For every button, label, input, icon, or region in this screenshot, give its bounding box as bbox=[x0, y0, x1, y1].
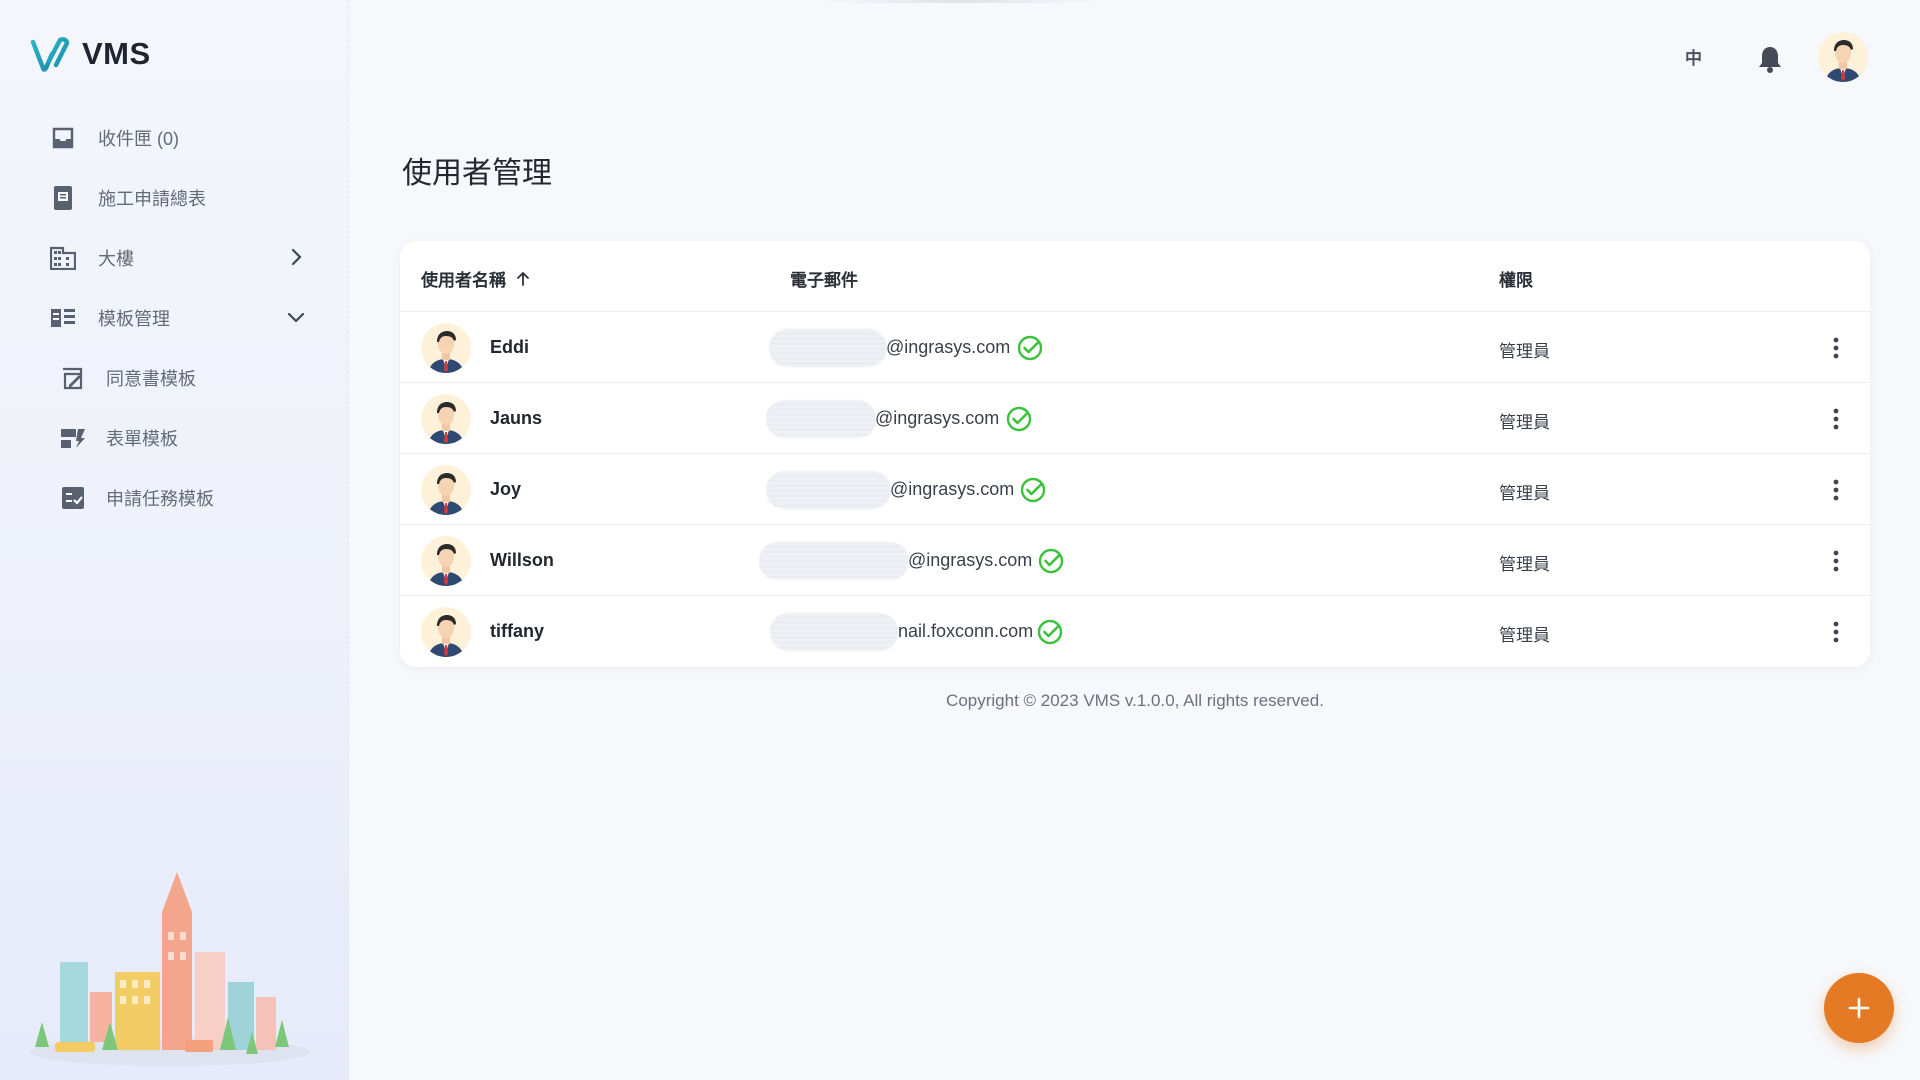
city-illustration bbox=[30, 872, 310, 1066]
footer-copyright: Copyright © 2023 VMS v.1.0.0, All rights… bbox=[946, 691, 1324, 710]
avatar bbox=[421, 465, 471, 515]
chevron-right-icon[interactable] bbox=[285, 246, 307, 268]
table-row[interactable]: tiffany nail.foxconn.com 管理員 bbox=[400, 596, 1870, 667]
redacted-email-prefix bbox=[766, 471, 891, 509]
arrow-up-icon[interactable] bbox=[514, 270, 532, 288]
user-name: Willson bbox=[490, 550, 554, 570]
building-icon bbox=[50, 245, 76, 271]
table-row[interactable]: Jauns @ingrasys.com 管理員 bbox=[400, 383, 1870, 454]
redacted-email-prefix bbox=[770, 613, 898, 651]
sidebar-item-form-template[interactable]: 表單模板 bbox=[0, 408, 349, 468]
verified-check-icon bbox=[1037, 619, 1063, 645]
user-email: @ingrasys.com bbox=[908, 550, 1033, 570]
verified-check-icon bbox=[1020, 477, 1046, 503]
more-vertical-icon bbox=[1833, 479, 1839, 501]
table-row[interactable]: Eddi @ingrasys.com 管理員 bbox=[400, 312, 1870, 383]
user-role: 管理員 bbox=[1499, 413, 1550, 432]
plus-icon bbox=[1848, 997, 1870, 1019]
sidebar-item-task-template[interactable]: 申請任務模板 bbox=[0, 468, 349, 528]
table-row[interactable]: Joy @ingrasys.com 管理員 bbox=[400, 454, 1870, 525]
user-email: @ingrasys.com bbox=[890, 479, 1015, 499]
column-label: 電子郵件 bbox=[790, 271, 858, 290]
user-role: 管理員 bbox=[1499, 555, 1550, 574]
top-divider bbox=[820, 0, 1100, 3]
language-toggle[interactable]: 中 bbox=[1685, 44, 1702, 69]
user-role: 管理員 bbox=[1499, 484, 1550, 503]
redacted-email-prefix bbox=[769, 329, 887, 367]
more-options-button[interactable] bbox=[1820, 616, 1852, 648]
user-name: Eddi bbox=[490, 337, 529, 357]
user-table: 使用者名稱 電子郵件 權限 Eddi @ingrasys.com 管理員 Jau… bbox=[400, 241, 1870, 667]
more-vertical-icon bbox=[1833, 550, 1839, 572]
bell-icon[interactable] bbox=[1756, 44, 1784, 74]
vms-logo-icon bbox=[30, 37, 70, 72]
table-row[interactable]: Willson @ingrasys.com 管理員 bbox=[400, 525, 1870, 596]
more-options-button[interactable] bbox=[1820, 474, 1852, 506]
verified-check-icon bbox=[1017, 335, 1043, 361]
table-header: 使用者名稱 電子郵件 權限 bbox=[400, 241, 1870, 312]
sidebar-item-inbox[interactable]: 收件匣 (0) bbox=[0, 108, 349, 168]
sidebar: VMS 收件匣 (0) 施工申請總表 大樓 模板管理 同意書模板 表單模板 申請… bbox=[0, 0, 349, 1080]
column-header-username[interactable]: 使用者名稱 bbox=[421, 266, 532, 291]
avatar bbox=[421, 607, 471, 657]
user-email: nail.foxconn.com bbox=[898, 621, 1034, 641]
sidebar-item-label: 模板管理 bbox=[98, 309, 170, 329]
task-template-icon bbox=[60, 485, 86, 511]
consent-icon bbox=[60, 365, 86, 391]
user-role: 管理員 bbox=[1499, 342, 1550, 361]
inbox-icon bbox=[50, 125, 76, 151]
sidebar-item-template-management[interactable]: 模板管理 bbox=[0, 288, 349, 348]
sidebar-item-label: 同意書模板 bbox=[106, 369, 196, 389]
user-name: Jauns bbox=[490, 408, 543, 428]
verified-check-icon bbox=[1006, 406, 1032, 432]
more-vertical-icon bbox=[1833, 621, 1839, 643]
page-title: 使用者管理 bbox=[402, 157, 552, 190]
add-user-button[interactable] bbox=[1824, 973, 1894, 1043]
avatar bbox=[421, 536, 471, 586]
form-list-icon bbox=[50, 185, 76, 211]
sidebar-item-label: 申請任務模板 bbox=[106, 489, 214, 509]
user-name: tiffany bbox=[490, 621, 544, 641]
user-email: @ingrasys.com bbox=[886, 337, 1011, 357]
user-email: @ingrasys.com bbox=[875, 408, 1000, 428]
sidebar-item-label: 大樓 bbox=[98, 249, 134, 269]
chevron-down-icon[interactable] bbox=[285, 306, 307, 328]
app-name: VMS bbox=[82, 36, 151, 71]
column-label: 使用者名稱 bbox=[421, 271, 506, 290]
column-label: 權限 bbox=[1499, 271, 1533, 290]
user-role: 管理員 bbox=[1499, 626, 1550, 645]
sidebar-item-label: 施工申請總表 bbox=[98, 189, 206, 209]
redacted-email-prefix bbox=[759, 542, 909, 580]
more-options-button[interactable] bbox=[1820, 403, 1852, 435]
form-template-icon bbox=[60, 425, 86, 451]
more-vertical-icon bbox=[1833, 337, 1839, 359]
sidebar-item-application-summary[interactable]: 施工申請總表 bbox=[0, 168, 349, 228]
redacted-email-prefix bbox=[766, 400, 876, 438]
sidebar-item-label: 表單模板 bbox=[106, 429, 178, 449]
column-header-email: 電子郵件 bbox=[790, 266, 858, 291]
user-name: Joy bbox=[490, 479, 522, 499]
sidebar-item-consent-template[interactable]: 同意書模板 bbox=[0, 348, 349, 408]
user-avatar[interactable] bbox=[1818, 32, 1868, 82]
sidebar-nav: 收件匣 (0) 施工申請總表 大樓 模板管理 同意書模板 表單模板 申請任務模板 bbox=[0, 108, 349, 528]
brand[interactable]: VMS bbox=[30, 34, 151, 74]
sidebar-item-building[interactable]: 大樓 bbox=[0, 228, 349, 288]
more-options-button[interactable] bbox=[1820, 545, 1852, 577]
verified-check-icon bbox=[1038, 548, 1064, 574]
avatar bbox=[421, 394, 471, 444]
more-options-button[interactable] bbox=[1820, 332, 1852, 364]
sidebar-item-label: 收件匣 (0) bbox=[98, 129, 179, 149]
more-vertical-icon bbox=[1833, 408, 1839, 430]
avatar bbox=[421, 323, 471, 373]
template-icon bbox=[50, 305, 76, 331]
column-header-role: 權限 bbox=[1499, 266, 1533, 291]
